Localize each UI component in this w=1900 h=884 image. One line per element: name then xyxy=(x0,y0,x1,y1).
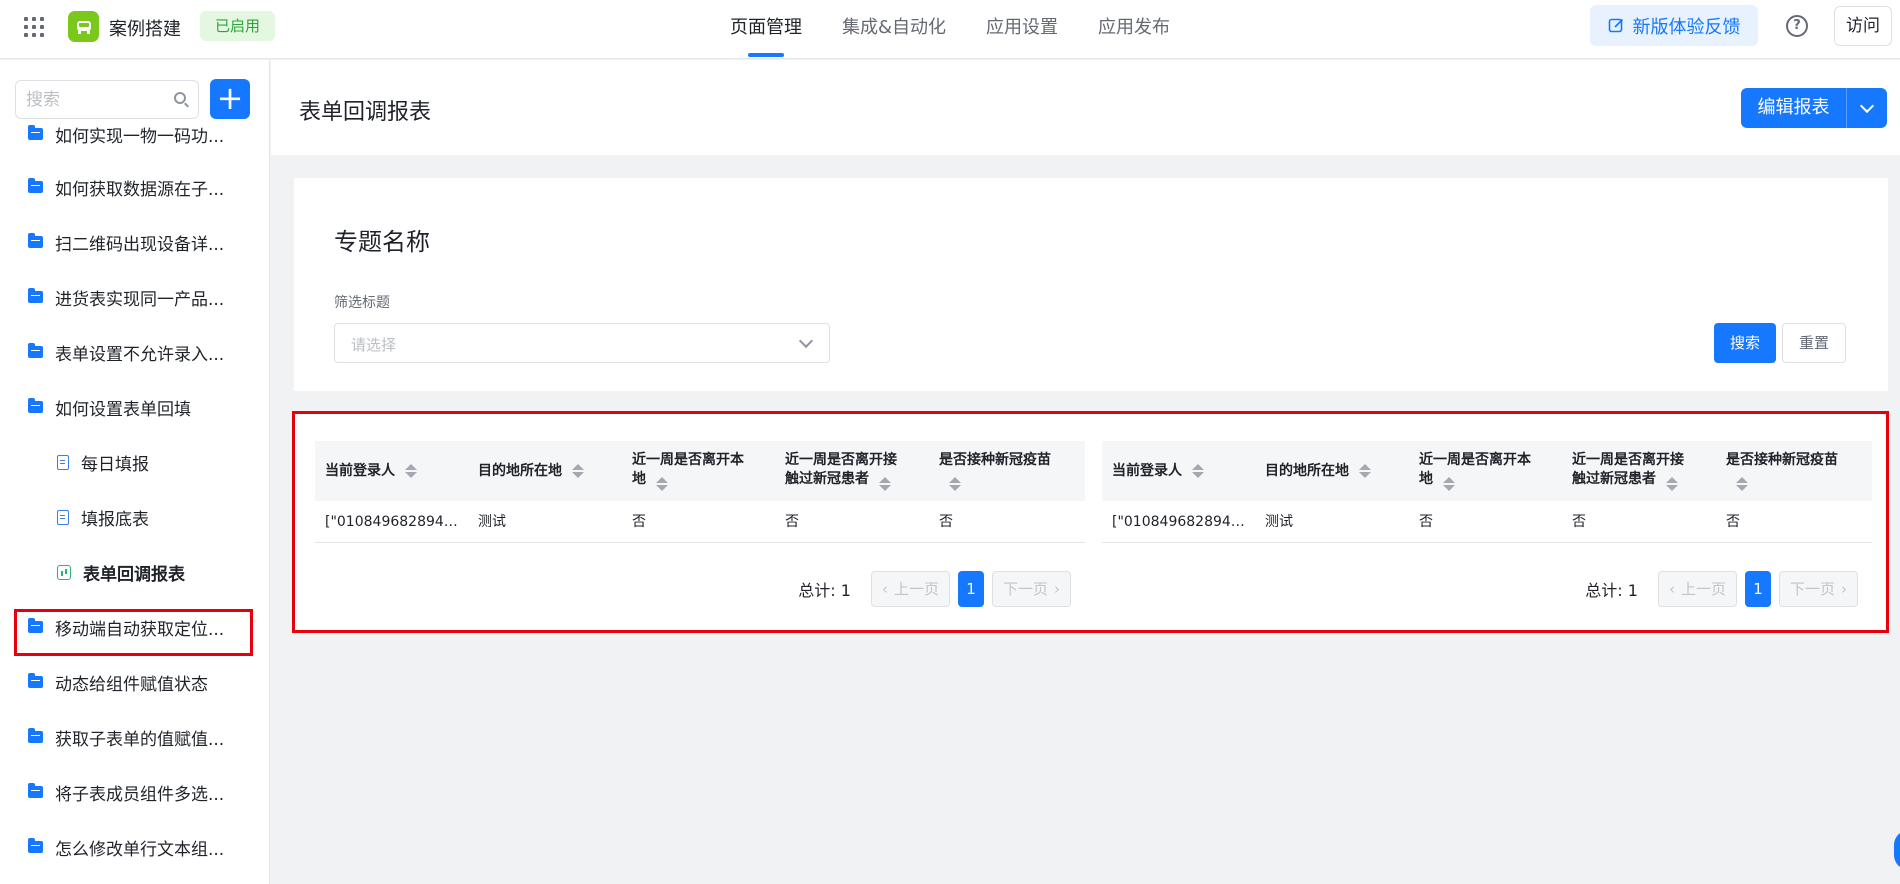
sidebar-item-label: 将子表成员组件多选... xyxy=(55,784,225,805)
chevron-down-icon xyxy=(798,333,814,349)
sidebar: + 如何实现一物一码功... 如何获取数据源在子... 扫二维码出现设备详...… xyxy=(0,60,270,884)
folder-icon xyxy=(28,728,43,743)
page-title: 表单回调报表 xyxy=(299,100,432,125)
edit-report-label: 编辑报表 xyxy=(1741,88,1847,128)
filter-select[interactable]: 请选择 xyxy=(334,323,830,363)
folder-icon xyxy=(28,233,43,248)
chevron-down-icon[interactable] xyxy=(1847,88,1887,128)
folder-icon xyxy=(28,288,43,303)
apps-grid-icon[interactable] xyxy=(22,15,46,39)
sidebar-item[interactable]: 获取子表单的值赋值... xyxy=(0,717,269,757)
sidebar-item-label: 表单设置不允许录入... xyxy=(55,344,225,365)
sidebar-item[interactable]: 表单设置不允许录入... xyxy=(0,332,269,372)
select-placeholder: 请选择 xyxy=(351,336,397,354)
folder-icon xyxy=(28,125,43,140)
highlight-box xyxy=(292,411,1889,633)
report-page-icon xyxy=(57,564,71,580)
main-nav: 页面管理 集成&自动化 应用设置 应用发布 xyxy=(730,0,1210,59)
sidebar-item-label: 动态给组件赋值状态 xyxy=(55,674,208,695)
app-name: 案例搭建 xyxy=(109,19,181,40)
sidebar-item[interactable]: 怎么修改单行文本组... xyxy=(0,827,269,867)
folder-icon xyxy=(28,178,43,193)
add-page-button[interactable]: + xyxy=(210,79,250,119)
sidebar-item[interactable]: 将子表成员组件多选... xyxy=(0,772,269,812)
nav-integration-automation[interactable]: 集成&自动化 xyxy=(842,0,946,59)
filter-card: 专题名称 筛选标题 请选择 搜索 重置 xyxy=(294,178,1888,391)
sidebar-item[interactable]: 填报底表 xyxy=(0,497,269,537)
sidebar-item-active[interactable]: 表单回调报表 xyxy=(0,552,269,592)
feedback-button[interactable]: 新版体验反馈 xyxy=(1590,5,1758,46)
sidebar-item-label: 扫二维码出现设备详... xyxy=(55,234,225,255)
form-page-icon xyxy=(57,509,69,525)
sidebar-item[interactable]: 如何获取数据源在子... xyxy=(0,167,269,207)
search-button[interactable]: 搜索 xyxy=(1714,323,1776,363)
sidebar-item[interactable]: 动态给组件赋值状态 xyxy=(0,662,269,702)
feedback-label: 新版体验反馈 xyxy=(1632,16,1741,38)
floating-assistant-button[interactable] xyxy=(1894,830,1900,870)
nav-page-management[interactable]: 页面管理 xyxy=(730,0,802,59)
highlight-box xyxy=(14,609,253,656)
main-header: 表单回调报表 编辑报表 xyxy=(271,60,1900,155)
edit-report-button[interactable]: 编辑报表 xyxy=(1741,88,1887,128)
sidebar-item-label: 获取子表单的值赋值... xyxy=(55,729,225,750)
sidebar-item[interactable]: 进货表实现同一产品... xyxy=(0,277,269,317)
folder-icon xyxy=(28,783,43,798)
sidebar-item-label: 填报底表 xyxy=(81,509,149,530)
app-logo-icon xyxy=(68,11,99,42)
sidebar-item[interactable]: 每日填报 xyxy=(0,442,269,482)
folder-icon xyxy=(28,343,43,358)
folder-open-icon xyxy=(28,398,43,413)
folder-icon xyxy=(28,838,43,853)
sidebar-item-label: 表单回调报表 xyxy=(83,564,185,585)
help-icon[interactable]: ? xyxy=(1786,15,1808,37)
sidebar-item[interactable]: 扫二维码出现设备详... xyxy=(0,222,269,262)
sidebar-item-label: 进货表实现同一产品... xyxy=(55,289,225,310)
search-icon xyxy=(174,92,186,104)
top-bar: 案例搭建 已启用 页面管理 集成&自动化 应用设置 应用发布 新版体验反馈 ? … xyxy=(0,0,1900,59)
edit-icon xyxy=(1608,18,1623,33)
nav-app-publish[interactable]: 应用发布 xyxy=(1098,0,1170,59)
sidebar-item[interactable]: 如何实现一物一码功... xyxy=(0,114,269,154)
sidebar-item[interactable]: 如何设置表单回填 xyxy=(0,387,269,427)
sidebar-item-label: 如何获取数据源在子... xyxy=(55,179,225,200)
sidebar-item-label: 如何实现一物一码功... xyxy=(55,126,225,147)
folder-icon xyxy=(28,673,43,688)
sidebar-item-label: 如何设置表单回填 xyxy=(55,399,191,420)
reset-button[interactable]: 重置 xyxy=(1782,323,1846,363)
status-badge: 已启用 xyxy=(200,11,276,41)
form-page-icon xyxy=(57,454,69,470)
sidebar-item-label: 怎么修改单行文本组... xyxy=(55,839,225,860)
search-input[interactable] xyxy=(26,81,166,118)
visit-button[interactable]: 访问 xyxy=(1834,6,1892,46)
nav-app-settings[interactable]: 应用设置 xyxy=(986,0,1058,59)
filter-label: 筛选标题 xyxy=(334,295,390,311)
sidebar-item-label: 每日填报 xyxy=(81,454,149,475)
card-title: 专题名称 xyxy=(334,228,430,256)
